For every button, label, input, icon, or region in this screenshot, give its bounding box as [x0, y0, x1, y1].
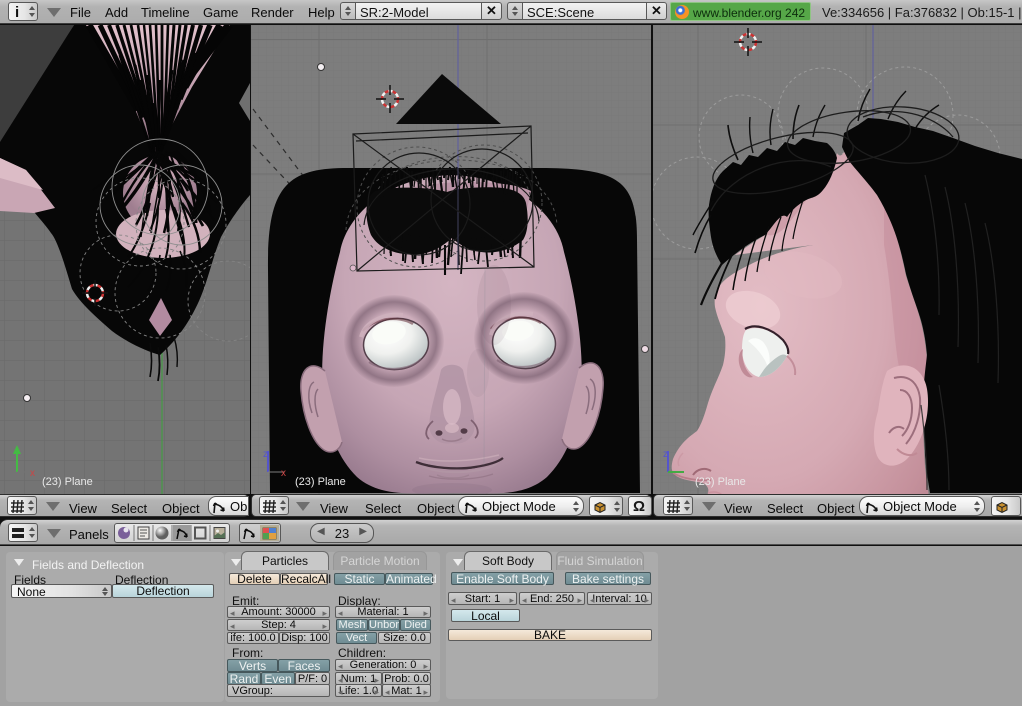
svg-text:x: x — [30, 468, 35, 479]
svg-text:z: z — [663, 449, 668, 460]
svg-text:z: z — [263, 449, 268, 460]
svg-text:(23) Plane: (23) Plane — [295, 476, 346, 488]
svg-text:(23) Plane: (23) Plane — [695, 476, 746, 488]
svg-text:x: x — [281, 468, 286, 479]
svg-text:(23) Plane: (23) Plane — [42, 476, 93, 488]
